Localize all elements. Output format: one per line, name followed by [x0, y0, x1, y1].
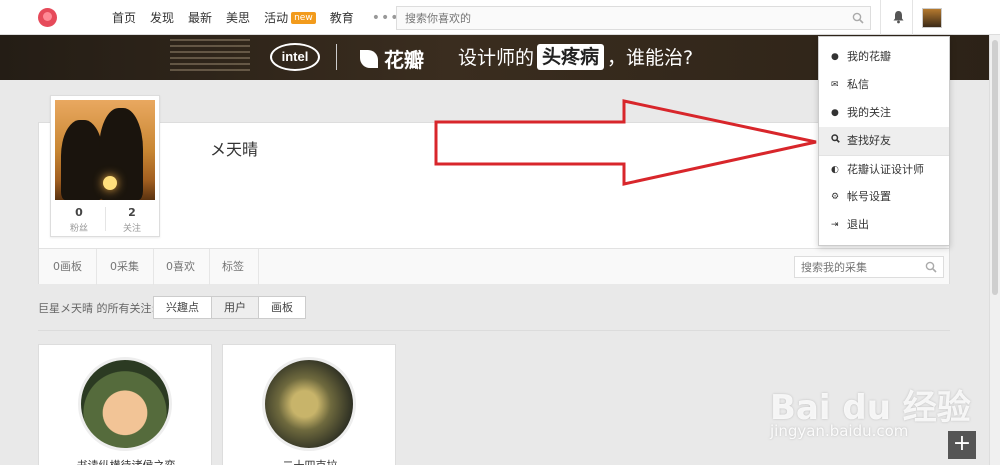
fans-label: 粉丝 [69, 224, 88, 234]
banner-divider [336, 44, 337, 70]
profile-avatar[interactable] [55, 100, 155, 200]
add-button[interactable]: + [948, 431, 976, 459]
nav-label: 活动 [264, 11, 289, 25]
following-filter: 兴趣点 用户 画板 [153, 296, 306, 319]
banner-brand-text: 花瓣 [384, 48, 424, 72]
menu-item-label: 花瓣认证设计师 [847, 162, 924, 176]
menu-item-label: 帐号设置 [847, 190, 891, 203]
leaf-icon [360, 49, 378, 68]
my-pins-search [794, 256, 944, 278]
slogan-highlight: 头疼病 [537, 43, 605, 70]
following-count: 2 [128, 206, 136, 219]
following-label: 关注 [122, 224, 141, 234]
tab-likes[interactable]: 0喜欢 [152, 249, 210, 285]
nav-label: 教育 [329, 11, 354, 25]
nav-item-meisi[interactable]: 美思 [226, 9, 250, 26]
menu-item-messages[interactable]: ✉ 私信 [819, 71, 949, 99]
user-avatar[interactable] [78, 357, 172, 451]
menu-item-label: 我的关注 [847, 106, 891, 119]
user-card[interactable]: 书读纵横待诸侯之弈 [38, 344, 212, 465]
my-pins-search-input[interactable] [795, 257, 915, 277]
nav-label: 美思 [226, 11, 251, 25]
tab-tags[interactable]: 标签 [208, 249, 259, 285]
section-divider [38, 330, 950, 331]
user-card[interactable]: 二十四克拉 [222, 344, 396, 465]
menu-item-certified-designer[interactable]: ◐ 花瓣认证设计师 [819, 155, 949, 183]
menu-item-account-settings[interactable]: ⚙ 帐号设置 [819, 183, 949, 211]
slogan-suffix: ，谁能治? [607, 47, 694, 69]
filter-users[interactable]: 用户 [211, 296, 259, 319]
nav-label: 首页 [112, 11, 137, 25]
tab-boards[interactable]: 0画板 [39, 249, 97, 285]
logout-icon: ⇥ [831, 220, 839, 230]
global-search-input[interactable] [397, 7, 837, 29]
badge-icon: ◐ [831, 164, 839, 175]
users-icon: ● [831, 108, 839, 118]
huaban-logo-icon[interactable] [38, 8, 57, 27]
nav-item-events[interactable]: 活动 new [264, 9, 316, 26]
nav-item-latest[interactable]: 最新 [188, 9, 212, 26]
mail-icon: ✉ [831, 80, 839, 90]
menu-item-logout[interactable]: ⇥ 退出 [819, 211, 949, 239]
slogan-prefix: 设计师的 [458, 47, 535, 69]
profile-username: メ天晴 [210, 140, 259, 159]
user-icon: ● [831, 52, 839, 62]
filter-interests[interactable]: 兴趣点 [153, 296, 212, 319]
nav-item-home[interactable]: 首页 [112, 9, 136, 26]
search-icon[interactable] [925, 261, 937, 276]
baidu-watermark-url: jingyan.baidu.com [770, 422, 909, 440]
scrollbar-thumb[interactable] [992, 40, 998, 295]
top-nav-bar: 首页 发现 最新 美思 活动 new 教育 ••• [0, 0, 1000, 35]
user-name[interactable]: 书读纵横待诸侯之弈 [39, 457, 213, 465]
following-section-label: 巨星メ天晴 的所有关注: [38, 302, 156, 315]
nav-item-education[interactable]: 教育 [330, 9, 354, 26]
intel-logo: intel [270, 43, 320, 71]
nav-item-discover[interactable]: 发现 [150, 9, 174, 26]
profile-tabs: 0画板 0采集 0喜欢 标签 [39, 248, 949, 285]
menu-item-label: 查找好友 [847, 134, 891, 147]
menu-item-label: 退出 [847, 218, 869, 231]
fans-count: 0 [75, 206, 83, 219]
penguin-silhouette [61, 120, 103, 200]
page-scrollbar[interactable] [989, 35, 1000, 465]
menu-item-my-huaban[interactable]: ● 我的花瓣 [819, 43, 949, 71]
red-arrow-annotation [434, 99, 817, 186]
user-name[interactable]: 二十四克拉 [223, 457, 397, 465]
nav-divider [880, 0, 881, 35]
menu-item-label: 私信 [847, 78, 869, 91]
global-search [396, 6, 871, 30]
filter-boards[interactable]: 画板 [258, 296, 306, 319]
profile-avatar-box: 0 粉丝 2 关注 [50, 95, 160, 237]
search-icon [831, 127, 845, 155]
banner-decoration [170, 39, 250, 75]
menu-item-find-friends[interactable]: 查找好友 [819, 127, 949, 155]
user-avatar[interactable] [922, 8, 942, 28]
search-icon[interactable] [852, 12, 864, 27]
account-dropdown-menu: ● 我的花瓣 ✉ 私信 ● 我的关注 查找好友 ◐ 花瓣认证设计师 ⚙ 帐号设置… [818, 36, 950, 246]
user-avatar[interactable] [262, 357, 356, 451]
main-nav: 首页 发现 最新 美思 活动 new 教育 ••• [112, 0, 413, 35]
nav-label: 发现 [150, 11, 175, 25]
fans-stat[interactable]: 0 粉丝 [53, 206, 105, 234]
bell-icon[interactable] [892, 10, 905, 27]
banner-slogan: 设计师的 头疼病 ，谁能治? [458, 43, 693, 70]
sun-icon [103, 176, 117, 190]
gear-icon: ⚙ [831, 192, 840, 202]
menu-item-label: 我的花瓣 [847, 50, 891, 63]
nav-divider [912, 0, 913, 35]
tab-pins[interactable]: 0采集 [96, 249, 154, 285]
menu-item-following[interactable]: ● 我的关注 [819, 99, 949, 127]
nav-label: 最新 [188, 11, 213, 25]
new-badge: new [291, 11, 316, 24]
banner-brand: 花瓣 [360, 44, 424, 73]
following-stat[interactable]: 2 关注 [106, 206, 158, 234]
